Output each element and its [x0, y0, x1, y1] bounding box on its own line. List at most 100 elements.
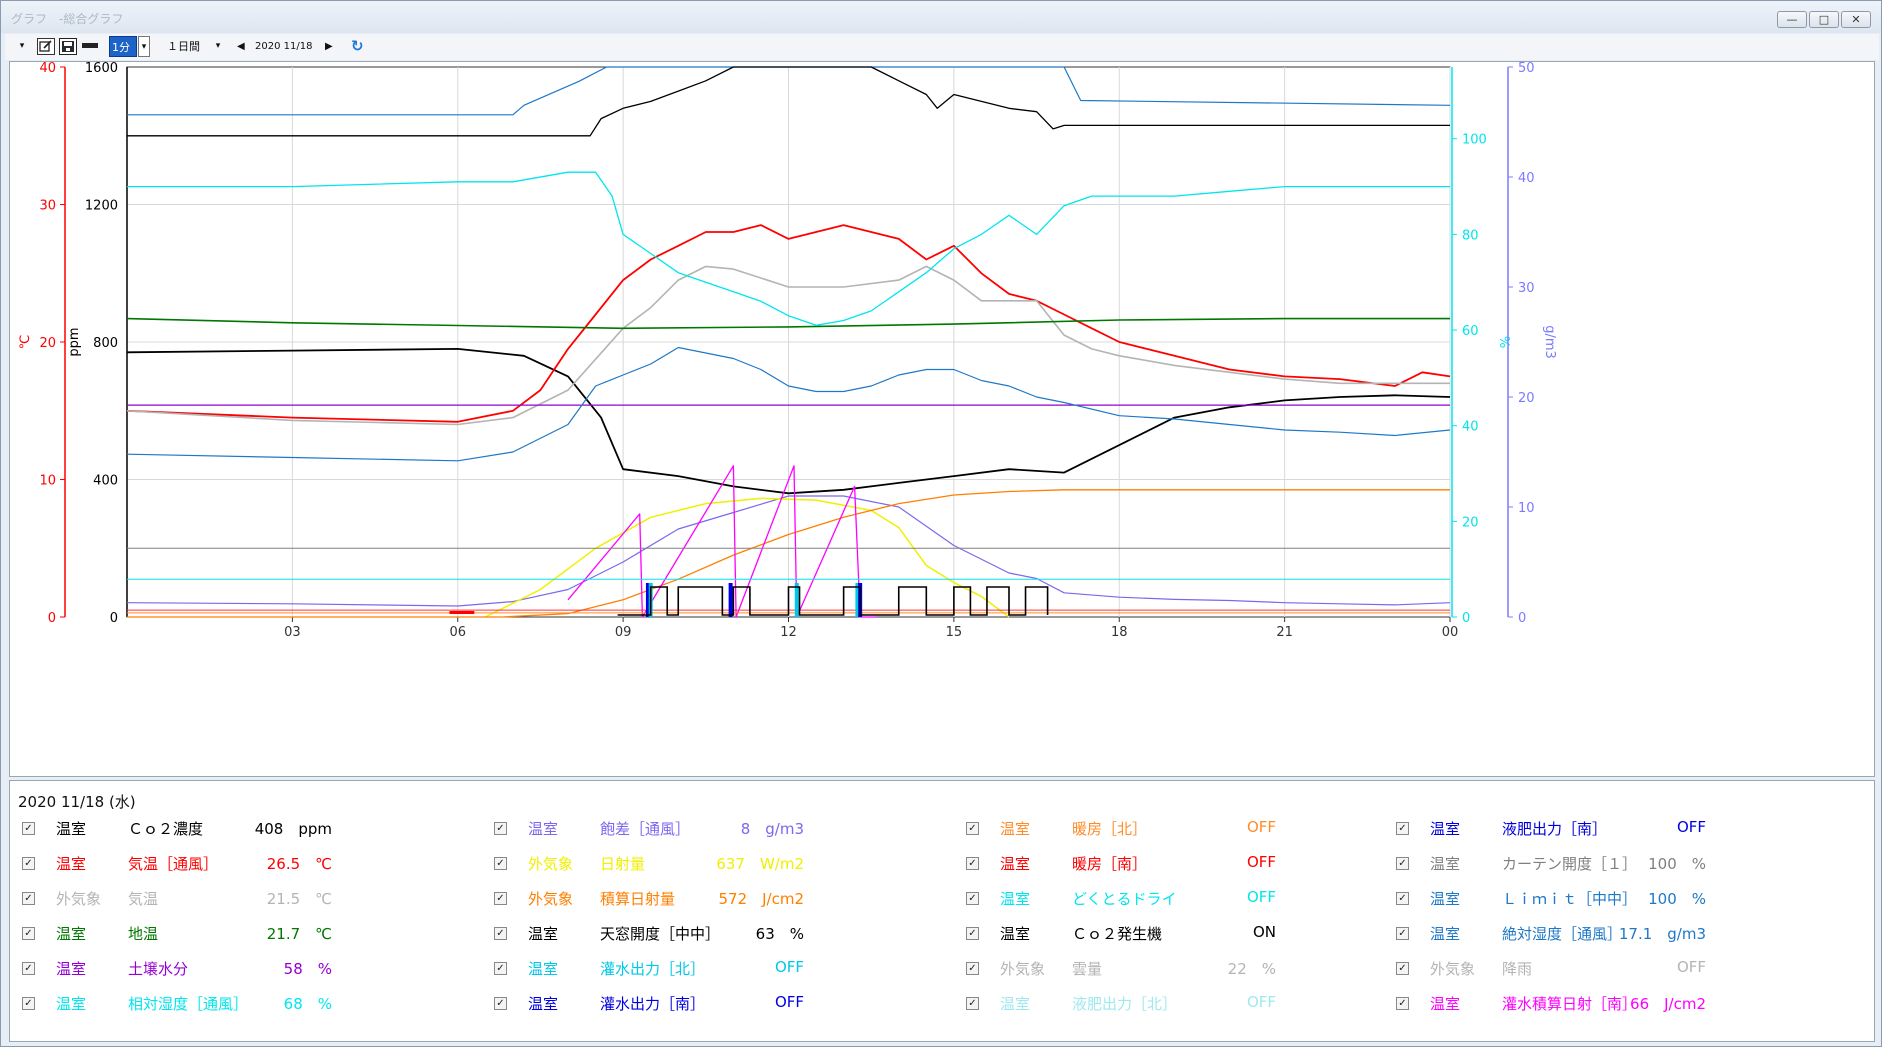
legend-name: 日射量	[600, 855, 646, 873]
interval-select[interactable]: 1分	[109, 36, 137, 57]
legend-checkbox[interactable]: ✓	[966, 822, 979, 835]
legend-checkbox[interactable]: ✓	[1396, 892, 1409, 905]
legend-group: 温室	[56, 995, 87, 1013]
minimize-button[interactable]: —	[1777, 11, 1807, 28]
rh-tick-label: 0	[1462, 611, 1470, 626]
legend-value: 572 J/cm2	[718, 890, 804, 908]
maximize-button[interactable]: □	[1809, 11, 1839, 28]
abs-tick-label: 20	[1518, 391, 1535, 406]
legend-checkbox[interactable]: ✓	[22, 822, 35, 835]
legend-name: 暖房［南］	[1072, 855, 1148, 873]
legend-group: 温室	[528, 820, 559, 838]
legend-value: OFF	[1246, 853, 1276, 871]
prev-day-button[interactable]: ◀	[237, 36, 249, 57]
close-button[interactable]: ✕	[1841, 11, 1871, 28]
chart-svg: 03 06 09 12 15 18 21 00010203040℃04008001200160…	[18, 61, 1557, 640]
legend-group: 温室	[56, 925, 87, 943]
irrigation-pulse	[728, 583, 733, 617]
legend-group: 温室	[1000, 820, 1031, 838]
legend-group: 温室	[56, 960, 87, 978]
legend-checkbox[interactable]: ✓	[22, 927, 35, 940]
legend-checkbox[interactable]: ✓	[494, 962, 507, 975]
legend-group: 温室	[528, 925, 559, 943]
legend-checkbox[interactable]: ✓	[966, 892, 979, 905]
span-select[interactable]: １日間	[167, 36, 211, 57]
legend-value: 637 W/m2	[716, 855, 804, 873]
legend-checkbox[interactable]: ✓	[494, 997, 507, 1010]
legend-group: 温室	[1430, 995, 1461, 1013]
x-tick-label: 03	[284, 625, 301, 640]
save-icon[interactable]	[59, 38, 77, 55]
abs-tick-label: 0	[1518, 611, 1526, 626]
legend-checkbox[interactable]: ✓	[494, 892, 507, 905]
legend-value: OFF	[774, 958, 804, 976]
legend-checkbox[interactable]: ✓	[1396, 857, 1409, 870]
legend-checkbox[interactable]: ✓	[966, 962, 979, 975]
legend-value: OFF	[1676, 958, 1706, 976]
legend-checkbox[interactable]: ✓	[966, 997, 979, 1010]
legend-name: 液肥出力［南］	[1502, 820, 1608, 838]
legend-checkbox[interactable]: ✓	[22, 962, 35, 975]
heater-marker	[449, 611, 475, 614]
temp-axis-label: ℃	[18, 335, 33, 350]
legend-item: ✓ 温室 灌水積算日射［南］ 66 J/cm2	[1396, 992, 1836, 1016]
x-tick-label: 09	[615, 625, 632, 640]
interval-dropdown-chevron-icon[interactable]: ▾	[138, 36, 150, 57]
legend-checkbox[interactable]: ✓	[1396, 822, 1409, 835]
legend-value: 66 J/cm2	[1630, 995, 1706, 1013]
legend-item: ✓ 温室 暖房［南］ OFF	[966, 852, 1406, 876]
rh-tick-label: 20	[1462, 515, 1479, 530]
legend-group: 温室	[1000, 995, 1031, 1013]
legend-checkbox[interactable]: ✓	[966, 857, 979, 870]
next-day-button[interactable]: ▶	[325, 36, 337, 57]
co2-tick-label: 800	[93, 336, 118, 351]
abs-tick-label: 50	[1518, 62, 1535, 76]
co2-tick-label: 0	[110, 611, 118, 626]
abs-axis-label: g/m3	[1542, 325, 1557, 359]
legend-name: どくとるドライ	[1072, 890, 1177, 908]
refresh-icon[interactable]: ↻	[351, 36, 367, 57]
abs-tick-label: 40	[1518, 171, 1535, 186]
legend-name: 気温［通風］	[128, 855, 219, 873]
legend-checkbox[interactable]: ✓	[966, 927, 979, 940]
rh-tick-label: 80	[1462, 228, 1479, 243]
legend-value: 63 %	[755, 925, 804, 943]
legend-checkbox[interactable]: ✓	[494, 927, 507, 940]
legend-item: ✓ 温室 Ｃｏ２発生機 ON	[966, 922, 1406, 946]
legend-item: ✓ 外気象 気温 21.5 ℃	[22, 887, 462, 911]
legend-item: ✓ 温室 地温 21.7 ℃	[22, 922, 462, 946]
span-dropdown-chevron-icon[interactable]: ▾	[212, 36, 224, 57]
temp-tick-label: 0	[48, 611, 56, 626]
legend-value: 21.5 ℃	[266, 890, 332, 908]
legend-group: 外気象	[1000, 960, 1046, 978]
legend-checkbox[interactable]: ✓	[1396, 962, 1409, 975]
legend-item: ✓ 温室 液肥出力［北］ OFF	[966, 992, 1406, 1016]
legend-name: 土壌水分	[128, 960, 189, 978]
legend-group: 温室	[1000, 855, 1031, 873]
legend-checkbox[interactable]: ✓	[494, 857, 507, 870]
legend-checkbox[interactable]: ✓	[1396, 927, 1409, 940]
legend-panel: 2020 11/18 (水) ✓ 温室 Ｃｏ２濃度 408 ppm ✓ 温室 気温［通風］ 2…	[9, 780, 1875, 1042]
ruler-icon[interactable]	[81, 38, 99, 55]
legend-value: ON	[1252, 923, 1276, 941]
legend-item: ✓ 温室 灌水出力［南］ OFF	[494, 992, 934, 1016]
co2-axis-label: ppm	[67, 327, 82, 356]
legend-checkbox[interactable]: ✓	[1396, 997, 1409, 1010]
legend-checkbox[interactable]: ✓	[22, 857, 35, 870]
legend-value: OFF	[1676, 818, 1706, 836]
toolbar: ▾ 1分 ▾ １日間 ▾ ◀ 2020 11/18 ▶ ↻	[5, 34, 1879, 60]
temp-tick-label: 20	[39, 336, 56, 351]
x-tick-label: 12	[780, 625, 797, 640]
legend-item: ✓ 温室 液肥出力［南］ OFF	[1396, 817, 1836, 841]
edit-icon[interactable]	[37, 38, 55, 55]
legend-group: 外気象	[1430, 960, 1476, 978]
legend-checkbox[interactable]: ✓	[22, 892, 35, 905]
legend-checkbox[interactable]: ✓	[494, 822, 507, 835]
legend-checkbox[interactable]: ✓	[22, 997, 35, 1010]
legend-group: 温室	[528, 995, 559, 1013]
legend-group: 外気象	[528, 890, 574, 908]
toolbar-menu-dropdown[interactable]: ▾	[15, 36, 29, 57]
legend-name: 降雨	[1502, 960, 1533, 978]
legend-group: 温室	[1430, 855, 1461, 873]
rh-tick-label: 60	[1462, 324, 1479, 339]
